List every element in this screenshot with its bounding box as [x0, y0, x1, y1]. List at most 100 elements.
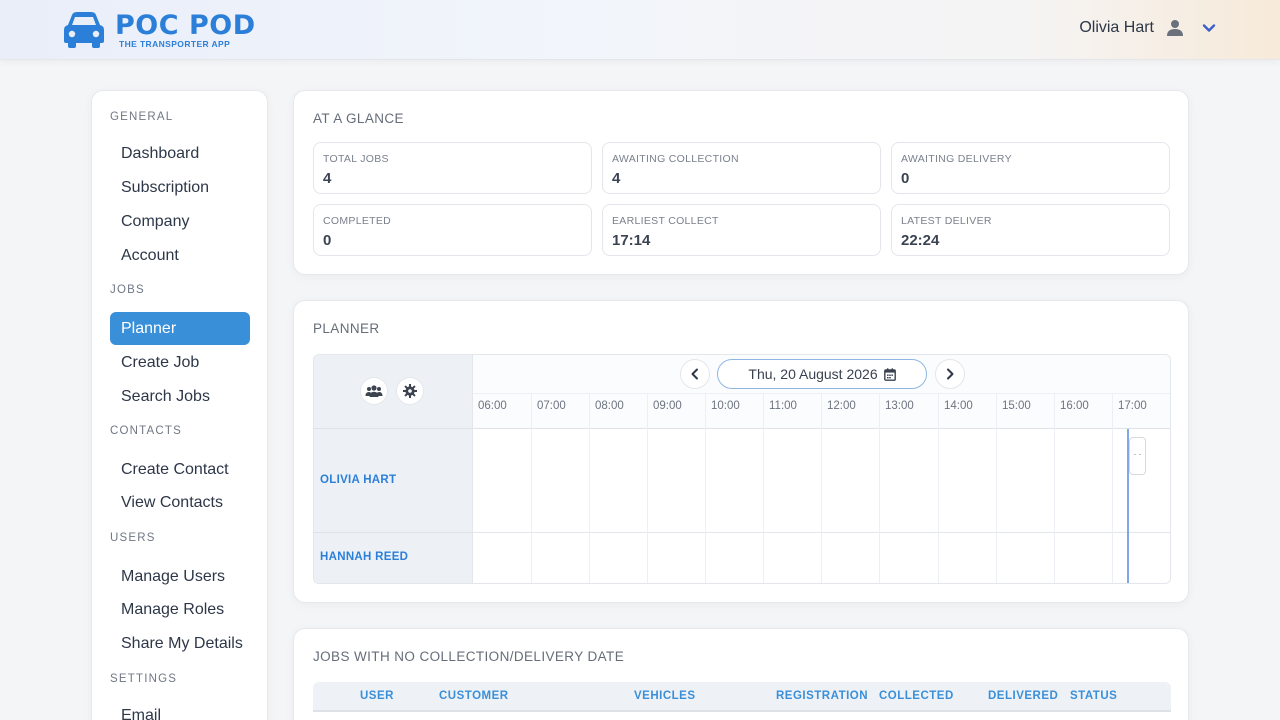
- grid-line: [531, 429, 532, 583]
- grid-line: [705, 429, 706, 583]
- sidebar-item-share-my-details[interactable]: Share My Details: [110, 627, 250, 660]
- hour-label: 11:00: [763, 394, 821, 430]
- sidebar-item-dashboard[interactable]: Dashboard: [110, 137, 250, 170]
- stat-total-jobs: TOTAL JOBS 4: [313, 142, 592, 194]
- hour-label: 16:00: [1054, 394, 1112, 430]
- group-view-button[interactable]: [360, 377, 388, 405]
- hour-label: 15:00: [996, 394, 1054, 430]
- brand-title: POC POD: [115, 9, 256, 41]
- hour-label: 08:00: [589, 394, 647, 430]
- date-picker[interactable]: Thu, 20 August 2026: [717, 359, 927, 389]
- hour-label: 14:00: [938, 394, 996, 430]
- planner-settings-button[interactable]: [396, 377, 424, 405]
- sidebar-section-contacts: CONTACTS: [110, 425, 182, 437]
- stat-label: AWAITING DELIVERY: [901, 153, 1012, 165]
- stat-value: 22:24: [901, 232, 940, 249]
- sidebar: GENERAL Dashboard Subscription Company A…: [91, 90, 268, 720]
- brand-subtitle: THE TRANSPORTER APP: [119, 38, 231, 49]
- hour-label: 12:00: [821, 394, 879, 430]
- chevron-down-icon[interactable]: [1202, 21, 1216, 35]
- planner-card: PLANNER Thu, 20 August 2026 06:00 07:00 …: [293, 300, 1189, 603]
- stat-value: 17:14: [612, 232, 651, 249]
- grid-line: [879, 429, 880, 583]
- sidebar-item-search-jobs[interactable]: Search Jobs: [110, 380, 250, 413]
- grid-line: [763, 429, 764, 583]
- sidebar-item-planner[interactable]: Planner: [110, 312, 250, 345]
- jobs-no-date-title: JOBS WITH NO COLLECTION/DELIVERY DATE: [313, 649, 625, 664]
- resource-name: OLIVIA HART: [320, 474, 397, 486]
- chevron-left-icon: [691, 368, 698, 380]
- sidebar-item-subscription[interactable]: Subscription: [110, 171, 250, 204]
- at-a-glance-card: AT A GLANCE TOTAL JOBS 4 AWAITING COLLEC…: [293, 90, 1189, 275]
- car-icon: [64, 12, 104, 48]
- jobs-table-header: USER CUSTOMER VEHICLES REGISTRATION COLL…: [313, 682, 1171, 712]
- hour-label: 17:00: [1112, 394, 1170, 430]
- job-event-chip[interactable]: . .: [1129, 437, 1146, 475]
- sidebar-section-settings: SETTINGS: [110, 673, 178, 685]
- top-bar: POC POD THE TRANSPORTER APP Olivia Hart: [0, 0, 1280, 60]
- stat-label: AWAITING COLLECTION: [612, 153, 739, 165]
- column-header-status[interactable]: STATUS: [1070, 682, 1117, 710]
- user-menu[interactable]: Olivia Hart: [1079, 19, 1216, 37]
- stat-value: 0: [323, 232, 332, 249]
- stat-latest-deliver: LATEST DELIVER 22:24: [891, 204, 1170, 256]
- stat-label: TOTAL JOBS: [323, 153, 389, 165]
- grid-line: [1112, 429, 1113, 583]
- user-name: Olivia Hart: [1079, 19, 1154, 36]
- stat-value: 4: [323, 170, 332, 187]
- user-icon: [1167, 20, 1183, 36]
- planner-date: Thu, 20 August 2026: [748, 366, 878, 382]
- sidebar-item-company[interactable]: Company: [110, 205, 250, 238]
- brand-logo[interactable]: POC POD THE TRANSPORTER APP: [63, 11, 256, 49]
- previous-day-button[interactable]: [680, 359, 710, 389]
- sidebar-item-manage-roles[interactable]: Manage Roles: [110, 593, 250, 626]
- sidebar-item-create-contact[interactable]: Create Contact: [110, 453, 250, 486]
- hour-label: 07:00: [531, 394, 589, 430]
- calendar-icon: [883, 367, 896, 381]
- stat-label: EARLIEST COLLECT: [612, 215, 719, 227]
- column-header-collected[interactable]: COLLECTED: [879, 682, 954, 710]
- stat-awaiting-collection: AWAITING COLLECTION 4: [602, 142, 881, 194]
- users-icon: [365, 385, 383, 397]
- sidebar-item-create-job[interactable]: Create Job: [110, 346, 250, 379]
- grid-line: [938, 429, 939, 583]
- next-day-button[interactable]: [935, 359, 965, 389]
- column-header-user[interactable]: USER: [360, 682, 394, 710]
- column-header-registration[interactable]: REGISTRATION: [776, 682, 868, 710]
- column-header-delivered[interactable]: DELIVERED: [988, 682, 1058, 710]
- resource-name: HANNAH REED: [320, 551, 409, 563]
- sidebar-item-email[interactable]: Email: [110, 699, 250, 720]
- grid-line: [1054, 429, 1055, 583]
- sidebar-section-users: USERS: [110, 532, 156, 544]
- stat-value: 4: [612, 170, 621, 187]
- sidebar-section-general: GENERAL: [110, 111, 174, 123]
- at-a-glance-title: AT A GLANCE: [313, 111, 404, 126]
- stat-awaiting-delivery: AWAITING DELIVERY 0: [891, 142, 1170, 194]
- column-header-vehicles[interactable]: VEHICLES: [634, 682, 696, 710]
- stat-earliest-collect: EARLIEST COLLECT 17:14: [602, 204, 881, 256]
- resource-row-hannah-reed: HANNAH REED: [314, 533, 473, 583]
- planner-title: PLANNER: [313, 321, 380, 336]
- hour-label: 06:00: [478, 400, 507, 412]
- gear-icon: [403, 384, 417, 398]
- grid-line: [821, 429, 822, 583]
- stat-label: LATEST DELIVER: [901, 215, 992, 227]
- stat-completed: COMPLETED 0: [313, 204, 592, 256]
- sidebar-item-manage-users[interactable]: Manage Users: [110, 560, 250, 593]
- stat-value: 0: [901, 170, 910, 187]
- hour-label: 10:00: [705, 394, 763, 430]
- hour-label: 09:00: [647, 394, 705, 430]
- jobs-no-date-card: JOBS WITH NO COLLECTION/DELIVERY DATE US…: [293, 628, 1189, 720]
- column-header-customer[interactable]: CUSTOMER: [439, 682, 509, 710]
- hour-scale: 06:00 07:00 08:00 09:00 10:00 11:00 12:0…: [473, 393, 1170, 430]
- grid-line: [647, 429, 648, 583]
- hour-label: 13:00: [879, 394, 938, 430]
- planner-tools: [314, 355, 473, 429]
- sidebar-section-jobs: JOBS: [110, 284, 145, 296]
- grid-line: [996, 429, 997, 583]
- sidebar-item-view-contacts[interactable]: View Contacts: [110, 486, 250, 519]
- planner-grid: Thu, 20 August 2026 06:00 07:00 08:00 09…: [313, 354, 1171, 584]
- chevron-right-icon: [947, 368, 954, 380]
- sidebar-item-account[interactable]: Account: [110, 239, 250, 272]
- resource-row-olivia-hart: OLIVIA HART: [314, 429, 473, 533]
